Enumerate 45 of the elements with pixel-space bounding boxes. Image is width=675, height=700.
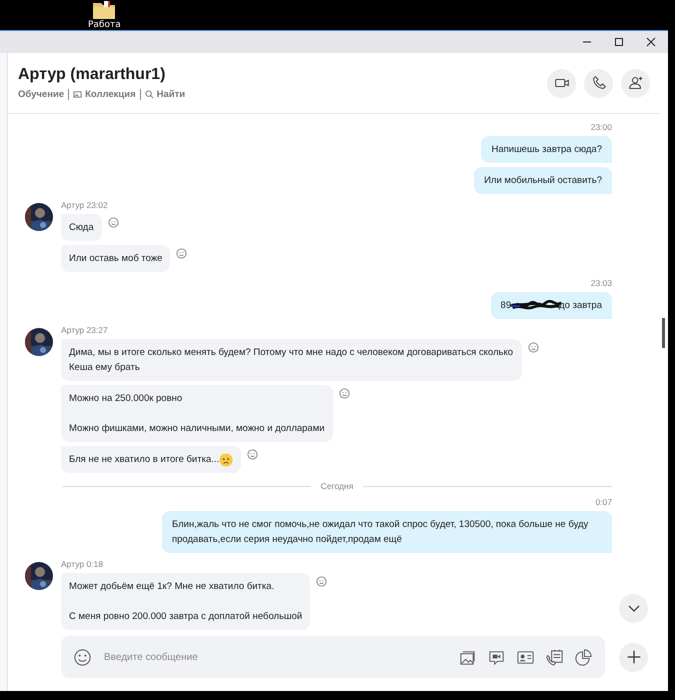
- message-bubble[interactable]: Бля не не хватило в итоге битка...: [61, 446, 242, 473]
- message-bubble[interactable]: 89 до завтра: [490, 292, 612, 319]
- message-bubble[interactable]: Дима, мы в итоге сколько менять будем? Потому что мне надо с человеком договариваться сколько Кеша ему брать: [61, 339, 522, 381]
- add-person-icon: [626, 74, 644, 92]
- message-input[interactable]: Введите сообщение: [102, 650, 448, 664]
- close-icon[interactable]: [646, 37, 656, 47]
- add-button[interactable]: [619, 642, 648, 672]
- message-bubble[interactable]: Или оставь моб тоже: [61, 245, 170, 272]
- reaction-icon[interactable]: [338, 388, 350, 399]
- plus-icon: [624, 648, 642, 666]
- message-bubble[interactable]: Блин,жаль что не смог помочь,не ожидал что такой спрос будет, 130500, пока больше не буду продавать,если серия неудачно пойдет,продам ещё: [162, 511, 612, 553]
- date-divider: Сегодня: [320, 481, 354, 491]
- message-bubble[interactable]: Может добьём ещё 1к? Мне не хватило битка. С меня ровно 200.000 завтра с доплатой небольшой: [61, 573, 310, 630]
- gallery-icon: [73, 90, 82, 99]
- poll-icon[interactable]: [574, 648, 593, 666]
- folder-label: Работа: [88, 20, 121, 30]
- call-button[interactable]: [584, 68, 613, 98]
- message-time: 23:03: [590, 278, 612, 288]
- message-bubble[interactable]: Напишешь завтра сюда?: [481, 136, 612, 163]
- message-meta: Артур 23:27: [61, 325, 109, 335]
- folder-icon[interactable]: [92, 0, 116, 20]
- message-meta: Артур 23:02: [61, 200, 109, 210]
- message-time: 0:07: [595, 497, 612, 507]
- message-bubble[interactable]: Или мобильный оставить?: [474, 167, 612, 194]
- search-icon: [144, 90, 154, 99]
- message-bubble[interactable]: Можно на 250.000к ровно Можно фишками, можно наличными, можно и долларами: [61, 385, 333, 442]
- scrollbar-thumb[interactable]: [662, 318, 665, 348]
- reaction-icon[interactable]: [108, 217, 119, 228]
- video-call-button[interactable]: [547, 68, 576, 98]
- message-meta: Артур 0:18: [61, 559, 104, 569]
- reaction-icon[interactable]: [247, 449, 258, 460]
- reaction-icon[interactable]: [528, 342, 539, 353]
- header-link[interactable]: Обучение: [18, 89, 64, 100]
- reaction-icon[interactable]: [316, 576, 328, 587]
- contact-name: Артур (mararthur1): [18, 66, 166, 84]
- message-bubble[interactable]: Сюда: [61, 214, 102, 241]
- chevron-down-icon: [628, 605, 640, 612]
- maximize-icon[interactable]: [614, 37, 624, 47]
- header-link[interactable]: Коллекция: [85, 89, 136, 100]
- header-link[interactable]: Найти: [156, 89, 186, 100]
- reaction-icon[interactable]: [176, 248, 188, 259]
- schedule-call-icon[interactable]: [545, 648, 564, 666]
- message-time: 23:00: [590, 122, 612, 132]
- add-person-button[interactable]: [621, 68, 650, 98]
- emoji-icon[interactable]: [73, 648, 92, 666]
